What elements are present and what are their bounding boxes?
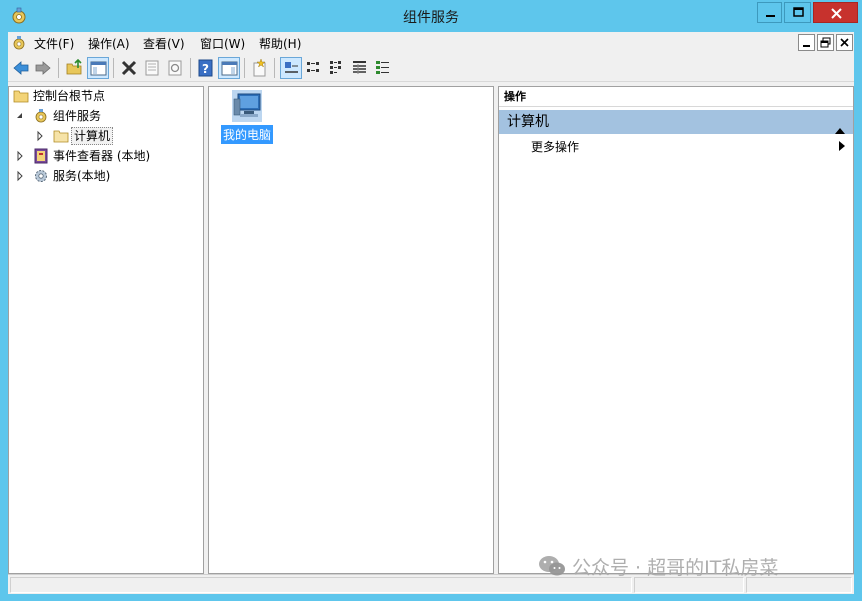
minimize-icon bbox=[766, 15, 775, 17]
properties-icon bbox=[145, 60, 159, 76]
more-actions-link[interactable]: 更多操作 bbox=[531, 138, 579, 155]
tree-label-services: 服务(本地) bbox=[53, 169, 111, 183]
watermark: 公众号 · 超哥的IT私房菜 bbox=[538, 553, 778, 581]
tree-label-event-viewer: 事件查看器 (本地) bbox=[53, 149, 151, 163]
my-computer-label: 我的电脑 bbox=[221, 125, 274, 144]
list-item-my-computer[interactable]: 我的电脑 bbox=[221, 89, 275, 145]
actions-section-label: 计算机 bbox=[507, 114, 549, 130]
menu-view[interactable]: 查看(V) bbox=[143, 35, 185, 52]
small-icons-view-icon bbox=[307, 62, 319, 72]
toolbar-separator bbox=[58, 58, 59, 78]
properties-button[interactable] bbox=[141, 57, 163, 79]
maximize-icon bbox=[793, 7, 804, 17]
new-icon bbox=[253, 59, 266, 77]
tree-label-computers: 计算机 bbox=[71, 127, 114, 145]
folder-icon bbox=[53, 128, 69, 144]
actions-pane: 操作 计算机 更多操作 bbox=[498, 86, 854, 574]
delete-button[interactable] bbox=[118, 57, 140, 79]
child-close-button[interactable] bbox=[836, 34, 853, 51]
forward-button[interactable] bbox=[32, 57, 54, 79]
watermark-text: 公众号 · 超哥的IT私房菜 bbox=[572, 557, 779, 579]
collapsed-arrow-icon[interactable] bbox=[15, 147, 25, 165]
detail-view-button[interactable] bbox=[349, 57, 371, 79]
mmc-client-area: 文件(F) 操作(A) 查看(V) 窗口(W) 帮助(H) ? 控制台根节点 组… bbox=[8, 32, 854, 594]
toolbar-separator bbox=[274, 58, 275, 78]
close-icon bbox=[831, 8, 842, 19]
menu-file[interactable]: 文件(F) bbox=[34, 35, 74, 52]
up-one-level-button[interactable] bbox=[64, 57, 86, 79]
collapse-up-icon[interactable] bbox=[835, 118, 845, 142]
computer-icon bbox=[230, 89, 264, 126]
show-action-pane-icon bbox=[221, 61, 238, 76]
list-view-icon bbox=[330, 61, 341, 74]
up-folder-icon bbox=[66, 59, 82, 75]
minimize-icon bbox=[803, 45, 810, 47]
title-bar[interactable]: 组件服务 bbox=[0, 0, 862, 32]
show-hide-console-tree-button[interactable] bbox=[87, 57, 109, 79]
component-services-icon bbox=[33, 108, 49, 124]
back-icon bbox=[13, 61, 29, 75]
results-pane[interactable]: 我的电脑 bbox=[208, 86, 494, 574]
refresh-button[interactable] bbox=[164, 57, 186, 79]
new-button[interactable] bbox=[249, 57, 271, 79]
forward-icon bbox=[35, 61, 51, 75]
menu-bar: 文件(F) 操作(A) 查看(V) 窗口(W) 帮助(H) bbox=[8, 32, 854, 54]
collapsed-arrow-icon[interactable] bbox=[15, 167, 25, 185]
tree-label-console-root: 控制台根节点 bbox=[33, 89, 106, 103]
close-icon bbox=[840, 38, 849, 47]
tree-label-component-services: 组件服务 bbox=[53, 109, 102, 123]
maximize-button[interactable] bbox=[784, 2, 811, 23]
app-window: 组件服务 文件(F) 操作(A) 查看(V) 窗口(W) 帮助(H) ? 控制台… bbox=[0, 0, 862, 601]
show-hide-action-pane-button[interactable] bbox=[218, 57, 240, 79]
detail-view-icon bbox=[353, 61, 366, 74]
large-icons-view-button[interactable] bbox=[280, 57, 302, 79]
menu-window[interactable]: 窗口(W) bbox=[200, 35, 245, 52]
actions-header: 操作 bbox=[499, 87, 853, 107]
help-icon: ? bbox=[198, 59, 213, 77]
configure-button[interactable] bbox=[372, 57, 394, 79]
toolbar-separator bbox=[244, 58, 245, 78]
window-title: 组件服务 bbox=[403, 10, 459, 26]
restore-icon bbox=[820, 37, 831, 48]
minimize-button[interactable] bbox=[757, 2, 782, 23]
submenu-arrow-icon[interactable] bbox=[839, 140, 845, 154]
folder-icon bbox=[13, 88, 29, 104]
menu-help[interactable]: 帮助(H) bbox=[259, 35, 301, 52]
menu-action[interactable]: 操作(A) bbox=[88, 35, 130, 52]
console-tree-pane[interactable]: 控制台根节点 组件服务 计算机 事件查看器 (本地) 服务(本地) bbox=[8, 86, 204, 574]
delete-icon bbox=[121, 60, 137, 76]
toolbar-separator bbox=[190, 58, 191, 78]
event-viewer-icon bbox=[33, 148, 49, 164]
wechat-icon bbox=[538, 555, 566, 582]
child-minimize-button[interactable] bbox=[798, 34, 815, 51]
configure-icon bbox=[376, 61, 389, 74]
list-view-button[interactable] bbox=[326, 57, 348, 79]
toolbar: ? bbox=[8, 54, 854, 82]
help-button[interactable]: ? bbox=[195, 57, 217, 79]
actions-section-computers[interactable]: 计算机 bbox=[499, 110, 853, 134]
expanded-arrow-icon[interactable] bbox=[15, 107, 25, 125]
large-icons-view-icon bbox=[285, 62, 298, 73]
show-hide-console-tree-icon bbox=[90, 61, 107, 76]
refresh-icon bbox=[168, 60, 182, 76]
toolbar-separator bbox=[113, 58, 114, 78]
small-icons-view-button[interactable] bbox=[303, 57, 325, 79]
collapsed-arrow-icon[interactable] bbox=[35, 127, 45, 145]
child-restore-button[interactable] bbox=[817, 34, 834, 51]
services-gear-icon bbox=[33, 168, 49, 184]
close-button[interactable] bbox=[813, 2, 858, 23]
back-button[interactable] bbox=[10, 57, 32, 79]
svg-text:?: ? bbox=[202, 62, 209, 76]
document-menu-icon[interactable] bbox=[11, 35, 27, 51]
